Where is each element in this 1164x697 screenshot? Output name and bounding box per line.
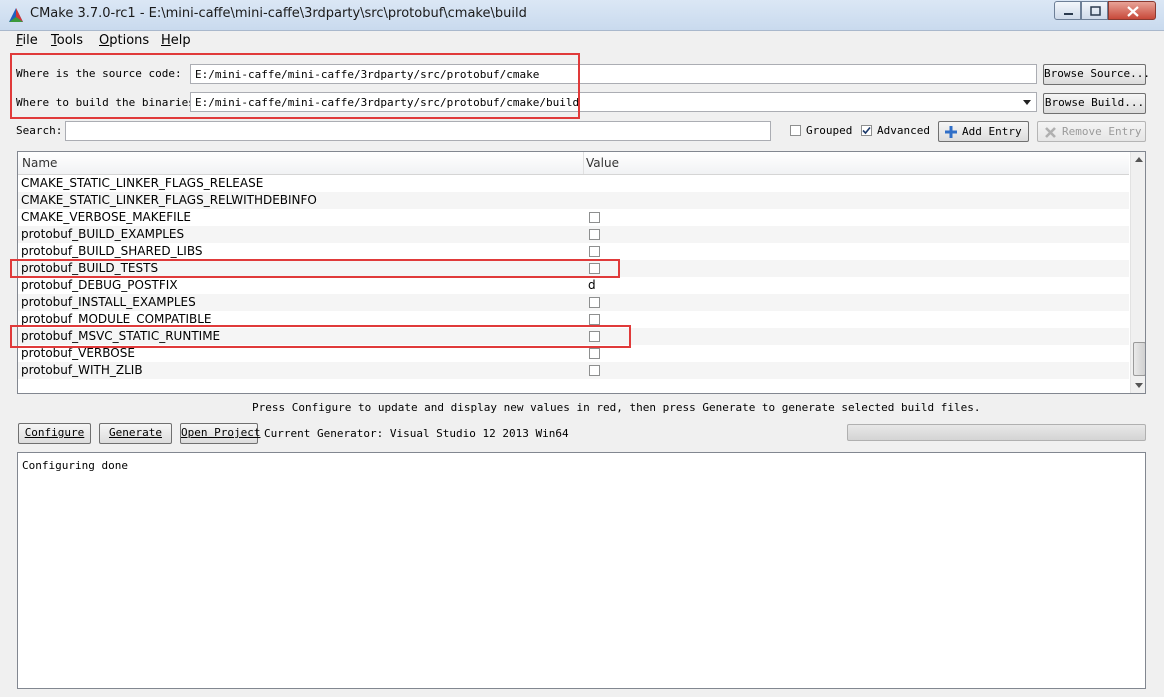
table-row[interactable]: protobuf_WITH_ZLIB	[18, 362, 1129, 379]
search-input[interactable]	[65, 121, 771, 141]
table-row[interactable]: protobuf_BUILD_EXAMPLES	[18, 226, 1129, 243]
table-row[interactable]: protobuf_BUILD_SHARED_LIBS	[18, 243, 1129, 260]
remove-entry-button[interactable]: Remove Entry	[1037, 121, 1146, 142]
column-divider[interactable]	[583, 152, 584, 174]
scroll-thumb[interactable]	[1133, 342, 1145, 376]
scroll-up-icon[interactable]	[1131, 152, 1146, 168]
entry-name: CMAKE_STATIC_LINKER_FLAGS_RELEASE	[21, 176, 264, 190]
checkmark-icon	[862, 126, 871, 135]
entry-name: CMAKE_VERBOSE_MAKEFILE	[21, 210, 191, 224]
entry-value-checkbox[interactable]	[589, 246, 600, 257]
annotation-highlight-paths	[10, 53, 580, 119]
cmake-logo-icon	[9, 8, 23, 22]
output-text: Configuring done	[22, 459, 128, 472]
maximize-icon	[1090, 6, 1101, 16]
entry-name: protobuf_INSTALL_EXAMPLES	[21, 295, 196, 309]
close-icon	[1127, 6, 1139, 17]
table-row[interactable]: CMAKE_VERBOSE_MAKEFILE	[18, 209, 1129, 226]
column-header-name[interactable]: Name	[22, 156, 57, 170]
scroll-down-icon[interactable]	[1131, 377, 1146, 393]
entry-value-checkbox[interactable]	[589, 229, 600, 240]
annotation-highlight-build-tests	[10, 259, 620, 278]
remove-entry-label: Remove Entry	[1062, 125, 1142, 138]
entry-value-checkbox[interactable]	[589, 297, 600, 308]
menu-tools[interactable]: Tools	[51, 33, 83, 48]
plus-icon	[945, 126, 957, 138]
entry-value[interactable]: d	[588, 278, 596, 292]
configure-button[interactable]: Configure	[18, 423, 91, 444]
remove-x-icon	[1045, 127, 1056, 138]
minimize-button[interactable]	[1054, 1, 1081, 20]
table-row[interactable]: CMAKE_STATIC_LINKER_FLAGS_RELEASE	[18, 175, 1129, 192]
hint-text: Press Configure to update and display ne…	[252, 401, 981, 414]
output-log[interactable]: Configuring done	[17, 452, 1146, 689]
entry-value-checkbox[interactable]	[589, 365, 600, 376]
grouped-checkbox[interactable]	[790, 125, 801, 136]
annotation-highlight-msvc-runtime	[10, 325, 631, 348]
generate-button[interactable]: Generate	[99, 423, 172, 444]
add-entry-label: Add Entry	[962, 125, 1022, 138]
advanced-checkbox[interactable]	[861, 125, 872, 136]
dropdown-arrow-icon[interactable]	[1022, 97, 1032, 107]
entry-name: protobuf_WITH_ZLIB	[21, 363, 143, 377]
entry-value-checkbox[interactable]	[589, 212, 600, 223]
progress-bar	[847, 424, 1146, 441]
open-project-button[interactable]: Open Project	[180, 423, 260, 444]
current-generator-text: Current Generator: Visual Studio 12 2013…	[264, 427, 569, 440]
menu-help[interactable]: Help	[161, 33, 191, 48]
entry-name: protobuf_DEBUG_POSTFIX	[21, 278, 178, 292]
add-entry-button[interactable]: Add Entry	[938, 121, 1029, 142]
entry-name: CMAKE_STATIC_LINKER_FLAGS_RELWITHDEBINFO	[21, 193, 317, 207]
entry-name: protobuf_MODULE_COMPATIBLE	[21, 312, 212, 326]
table-row[interactable]: protobuf_INSTALL_EXAMPLES	[18, 294, 1129, 311]
entry-value-checkbox[interactable]	[589, 348, 600, 359]
entry-name: protobuf_BUILD_SHARED_LIBS	[21, 244, 203, 258]
close-button[interactable]	[1108, 1, 1156, 20]
minimize-icon	[1064, 13, 1073, 15]
search-label: Search:	[16, 124, 63, 137]
table-row[interactable]: protobuf_DEBUG_POSTFIX d	[18, 277, 1129, 294]
column-header-value[interactable]: Value	[586, 156, 619, 170]
advanced-label: Advanced	[877, 124, 930, 137]
table-header: Name Value	[18, 152, 1129, 175]
menu-file[interactable]: File	[16, 33, 38, 48]
entry-name: protobuf_BUILD_EXAMPLES	[21, 227, 185, 241]
entry-name: protobuf_VERBOSE	[21, 346, 135, 360]
window-title: CMake 3.7.0-rc1 - E:\mini-caffe\mini-caf…	[30, 6, 527, 21]
menu-options[interactable]: Options	[99, 33, 149, 48]
maximize-button[interactable]	[1081, 1, 1108, 20]
grouped-label: Grouped	[806, 124, 853, 137]
vertical-scrollbar[interactable]	[1130, 152, 1146, 393]
browse-source-button[interactable]: Browse Source...	[1043, 64, 1150, 85]
browse-build-button[interactable]: Browse Build...	[1043, 93, 1146, 114]
entry-value-checkbox[interactable]	[589, 314, 600, 325]
table-row[interactable]: CMAKE_STATIC_LINKER_FLAGS_RELWITHDEBINFO	[18, 192, 1129, 209]
